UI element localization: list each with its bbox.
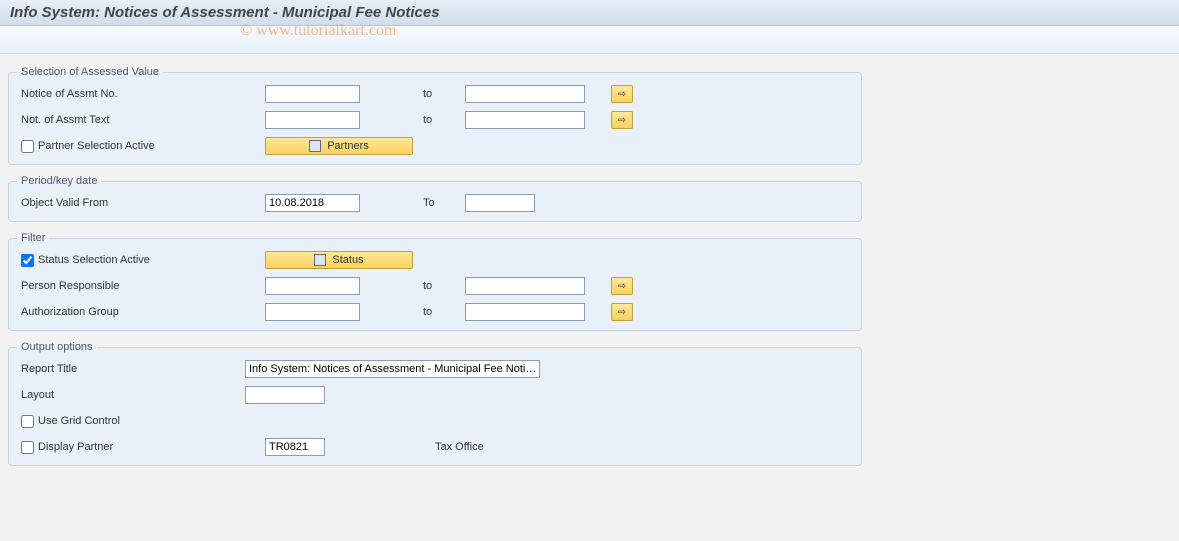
report-title-label: Report Title (15, 363, 245, 375)
group-filter: Filter Status Selection Active Status Pe… (8, 232, 862, 331)
display-partner-label: Display Partner (38, 441, 113, 453)
title-bar: Info System: Notices of Assessment - Mun… (0, 0, 1179, 26)
partner-selection-checkbox[interactable] (21, 140, 34, 153)
group-legend: Period/key date (17, 175, 101, 187)
status-button[interactable]: Status (265, 251, 413, 269)
group-legend: Selection of Assessed Value (17, 66, 163, 78)
layout-label: Layout (15, 389, 245, 401)
valid-to-input[interactable] (465, 194, 535, 212)
notice-text-to-input[interactable] (465, 111, 585, 129)
person-responsible-label: Person Responsible (15, 280, 265, 292)
use-grid-label: Use Grid Control (38, 415, 120, 427)
group-legend: Output options (17, 341, 97, 353)
to-label: to (405, 280, 465, 292)
authgrp-from-input[interactable] (265, 303, 360, 321)
notice-no-from-input[interactable] (265, 85, 360, 103)
notice-no-to-input[interactable] (465, 85, 585, 103)
person-from-input[interactable] (265, 277, 360, 295)
report-title-input[interactable] (245, 360, 540, 378)
toolbar (0, 26, 1179, 54)
multiple-selection-button[interactable]: ⇨ (611, 85, 633, 103)
partners-button-label: Partners (327, 140, 369, 152)
partner-code-input[interactable] (265, 438, 325, 456)
content-area: Selection of Assessed Value Notice of As… (0, 54, 870, 484)
group-period: Period/key date Object Valid From To (8, 175, 862, 222)
multiple-selection-button[interactable]: ⇨ (611, 111, 633, 129)
arrow-right-icon: ⇨ (618, 115, 626, 126)
multiple-selection-button[interactable]: ⇨ (611, 277, 633, 295)
to-label: to (405, 88, 465, 100)
notice-text-label: Not. of Assmt Text (15, 114, 265, 126)
page-title: Info System: Notices of Assessment - Mun… (10, 4, 440, 21)
to-label: to (405, 114, 465, 126)
to-label: to (405, 306, 465, 318)
layout-input[interactable] (245, 386, 325, 404)
person-to-input[interactable] (465, 277, 585, 295)
partner-description: Tax Office (435, 441, 484, 453)
notice-text-from-input[interactable] (265, 111, 360, 129)
status-selection-label: Status Selection Active (38, 254, 150, 266)
partners-button[interactable]: Partners (265, 137, 413, 155)
group-legend: Filter (17, 232, 49, 244)
authorization-group-label: Authorization Group (15, 306, 265, 318)
display-partner-checkbox[interactable] (21, 441, 34, 454)
use-grid-checkbox[interactable] (21, 415, 34, 428)
detail-icon (314, 254, 326, 266)
arrow-right-icon: ⇨ (618, 281, 626, 292)
to-label: To (405, 197, 465, 209)
group-output: Output options Report Title Layout Use G… (8, 341, 862, 466)
notice-no-label: Notice of Assmt No. (15, 88, 265, 100)
status-selection-checkbox[interactable] (21, 254, 34, 267)
detail-icon (309, 140, 321, 152)
partner-selection-label: Partner Selection Active (38, 140, 155, 152)
authgrp-to-input[interactable] (465, 303, 585, 321)
valid-from-input[interactable] (265, 194, 360, 212)
multiple-selection-button[interactable]: ⇨ (611, 303, 633, 321)
arrow-right-icon: ⇨ (618, 307, 626, 318)
arrow-right-icon: ⇨ (618, 89, 626, 100)
status-button-label: Status (332, 254, 363, 266)
valid-from-label: Object Valid From (15, 197, 265, 209)
group-assessed-value: Selection of Assessed Value Notice of As… (8, 66, 862, 165)
